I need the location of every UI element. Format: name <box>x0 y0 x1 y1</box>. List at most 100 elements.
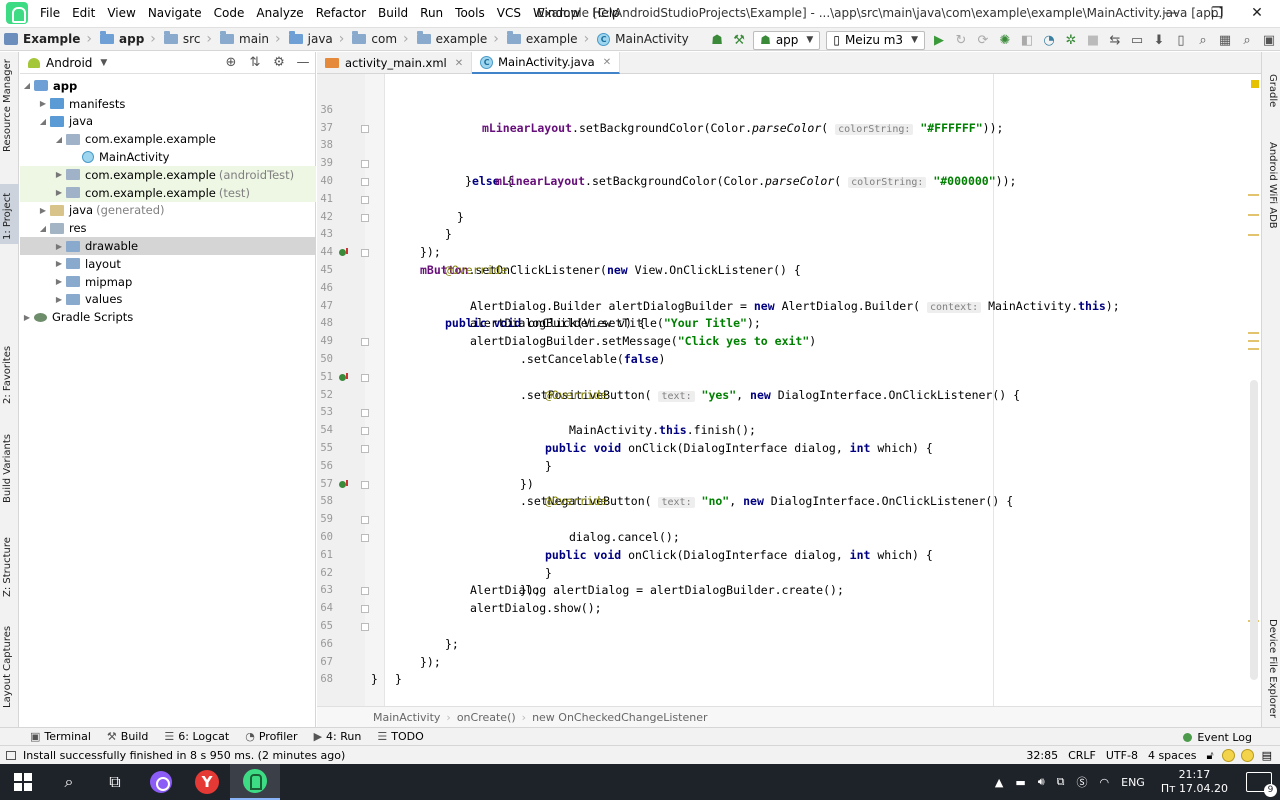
breadcrumb-mainactivity[interactable]: C MainActivity <box>593 27 693 51</box>
line-separator[interactable]: CRLF <box>1063 749 1101 762</box>
tool-window-toggle-icon[interactable] <box>6 750 16 760</box>
breadcrumb-listener[interactable]: new OnCheckedChangeListener <box>532 711 707 724</box>
override-marker-icon[interactable] <box>339 479 349 490</box>
hammer-icon[interactable]: ⚒ <box>728 30 750 50</box>
status-message[interactable]: Install successfully finished in 8 s 950… <box>23 749 345 762</box>
android-studio-taskbar-icon[interactable] <box>230 764 280 800</box>
tree-item-layout[interactable]: ▶ layout <box>20 255 316 273</box>
menu-analyze[interactable]: Analyze <box>250 0 309 26</box>
minimize-button[interactable]: — <box>1148 0 1194 26</box>
task-view-icon[interactable]: ⧉ <box>92 764 138 800</box>
indent-setting[interactable]: 4 spaces <box>1143 749 1202 762</box>
fold-marker-icon[interactable] <box>361 249 369 258</box>
fold-marker-icon[interactable] <box>361 409 369 418</box>
breadcrumb-src[interactable]: src › <box>160 27 216 51</box>
caret-position[interactable]: 32:85 <box>1021 749 1063 762</box>
breadcrumb-app[interactable]: app › <box>96 27 160 51</box>
tree-item-values[interactable]: ▶ values <box>20 291 316 309</box>
feedback-sad-icon[interactable] <box>1240 749 1254 762</box>
tree-item-gradle-scripts[interactable]: ▶ Gradle Scripts <box>20 308 316 326</box>
tool-tab-structure[interactable]: Z: Structure <box>0 537 19 607</box>
gear-icon[interactable]: ⚙ <box>267 55 291 70</box>
project-structure-icon[interactable]: ▦ <box>1214 30 1236 50</box>
project-view-select[interactable]: Android <box>46 56 92 70</box>
close-tab-icon[interactable]: ✕ <box>603 57 611 68</box>
breadcrumb-com[interactable]: com › <box>348 27 412 51</box>
wifi-icon[interactable]: ◠ <box>1094 776 1116 789</box>
settings-icon[interactable]: ▣ <box>1258 30 1280 50</box>
tool-tab-android-wifi-adb[interactable]: Android WiFi ADB <box>1262 130 1280 230</box>
event-log-button[interactable]: Event Log <box>1183 728 1252 746</box>
attach-debugger-icon[interactable]: ✲ <box>1060 30 1082 50</box>
tool-tab-project[interactable]: 1: Project <box>0 184 19 244</box>
clock[interactable]: 21:17 Пт 17.04.20 <box>1151 768 1238 796</box>
tree-item-package-test[interactable]: ▶ com.example.example (test) <box>20 183 316 202</box>
tool-tab-build[interactable]: ⚒ Build <box>99 728 157 746</box>
fold-marker-icon[interactable] <box>361 177 369 186</box>
close-tab-icon[interactable]: ✕ <box>455 58 463 69</box>
notification-center-icon[interactable]: 9 <box>1246 772 1277 797</box>
expand-arrow-icon[interactable]: ◢ <box>36 117 50 126</box>
search-icon[interactable]: ⌕ <box>1236 30 1258 50</box>
tree-item-java-generated[interactable]: ▶ java (generated) <box>20 202 316 220</box>
menu-code[interactable]: Code <box>208 0 251 26</box>
tree-item-app[interactable]: ◢ app <box>20 77 316 95</box>
expand-arrow-icon[interactable]: ◢ <box>52 135 66 144</box>
tree-item-package-androidtest[interactable]: ▶ com.example.example (androidTest) <box>20 165 316 184</box>
warning-stripe[interactable] <box>1248 348 1259 350</box>
collapse-arrow-icon[interactable]: ▶ <box>36 206 50 215</box>
collapse-arrow-icon[interactable]: ▶ <box>36 99 50 108</box>
collapse-arrow-icon[interactable]: ▶ <box>20 313 34 322</box>
fold-marker-icon[interactable] <box>361 587 369 596</box>
hide-panel-icon[interactable]: — <box>291 55 315 70</box>
tool-tab-run[interactable]: ▶ 4: Run <box>306 728 370 746</box>
fold-marker-icon[interactable] <box>361 622 369 631</box>
menu-tools[interactable]: Tools <box>449 0 491 26</box>
tool-tab-layout-captures[interactable]: Layout Captures <box>0 624 19 719</box>
menu-build[interactable]: Build <box>372 0 414 26</box>
tool-tab-device-file-explorer[interactable]: Device File Explorer <box>1262 607 1280 718</box>
volume-icon[interactable]: 🔊︎ <box>1032 775 1051 789</box>
tree-item-mipmap[interactable]: ▶ mipmap <box>20 273 316 291</box>
tray-overflow-icon[interactable]: ▲ <box>989 776 1009 789</box>
expand-arrow-icon[interactable]: ◢ <box>20 81 34 90</box>
run-config-select[interactable]: ☗ app ▼ <box>753 30 821 50</box>
coverage-icon[interactable]: ◧ <box>1016 30 1038 50</box>
search-icon[interactable]: ⌕ <box>46 764 92 800</box>
warning-stripe[interactable] <box>1248 234 1259 236</box>
close-window-button[interactable]: ✕ <box>1234 0 1280 26</box>
run-icon[interactable]: ▶ <box>928 30 950 50</box>
collapse-all-icon[interactable]: ⇅ <box>243 55 267 70</box>
layout-inspector-icon[interactable]: ⌕ <box>1192 30 1214 50</box>
apply-changes-icon[interactable]: ↻ <box>950 30 972 50</box>
collapse-arrow-icon[interactable]: ▶ <box>52 170 66 179</box>
keyboard-language[interactable]: ENG <box>1115 776 1151 789</box>
tree-item-mainactivity[interactable]: MainActivity <box>20 148 316 166</box>
tray-app-icon[interactable]: ▬ <box>1009 776 1031 789</box>
collapse-arrow-icon[interactable]: ▶ <box>52 277 66 286</box>
editor-vertical-scrollbar[interactable] <box>1250 380 1258 680</box>
breadcrumb-java[interactable]: java › <box>285 27 349 51</box>
code-editor[interactable]: 36 mLinearLayout.setBackgroundColor(Colo… <box>317 74 1261 706</box>
fold-marker-icon[interactable] <box>361 373 369 382</box>
device-manager-icon[interactable]: ▯ <box>1170 30 1192 50</box>
rerun-icon[interactable]: ⟳ <box>972 30 994 50</box>
tree-item-res[interactable]: ◢ res <box>20 219 316 237</box>
warning-stripe[interactable] <box>1248 332 1259 334</box>
fold-marker-icon[interactable] <box>361 195 369 204</box>
fold-marker-icon[interactable] <box>361 427 369 436</box>
breadcrumb-class[interactable]: MainActivity <box>373 711 440 724</box>
fold-marker-icon[interactable] <box>361 338 369 347</box>
android-icon[interactable]: ☗ <box>706 30 728 50</box>
expand-arrow-icon[interactable]: ◢ <box>36 224 50 233</box>
tool-tab-gradle[interactable]: Gradle <box>1262 62 1280 122</box>
menu-view[interactable]: View <box>101 0 141 26</box>
collapse-arrow-icon[interactable]: ▶ <box>52 188 66 197</box>
tool-tab-logcat[interactable]: ☰ 6: Logcat <box>156 728 237 746</box>
skype-icon[interactable]: Ⓢ <box>1071 774 1094 790</box>
tree-item-package[interactable]: ◢ com.example.example <box>20 130 316 148</box>
yandex-browser-icon[interactable]: Y <box>184 764 230 800</box>
tree-item-java[interactable]: ◢ java <box>20 113 316 131</box>
display-icon[interactable]: ⧉ <box>1051 775 1071 789</box>
collapse-arrow-icon[interactable]: ▶ <box>52 259 66 268</box>
